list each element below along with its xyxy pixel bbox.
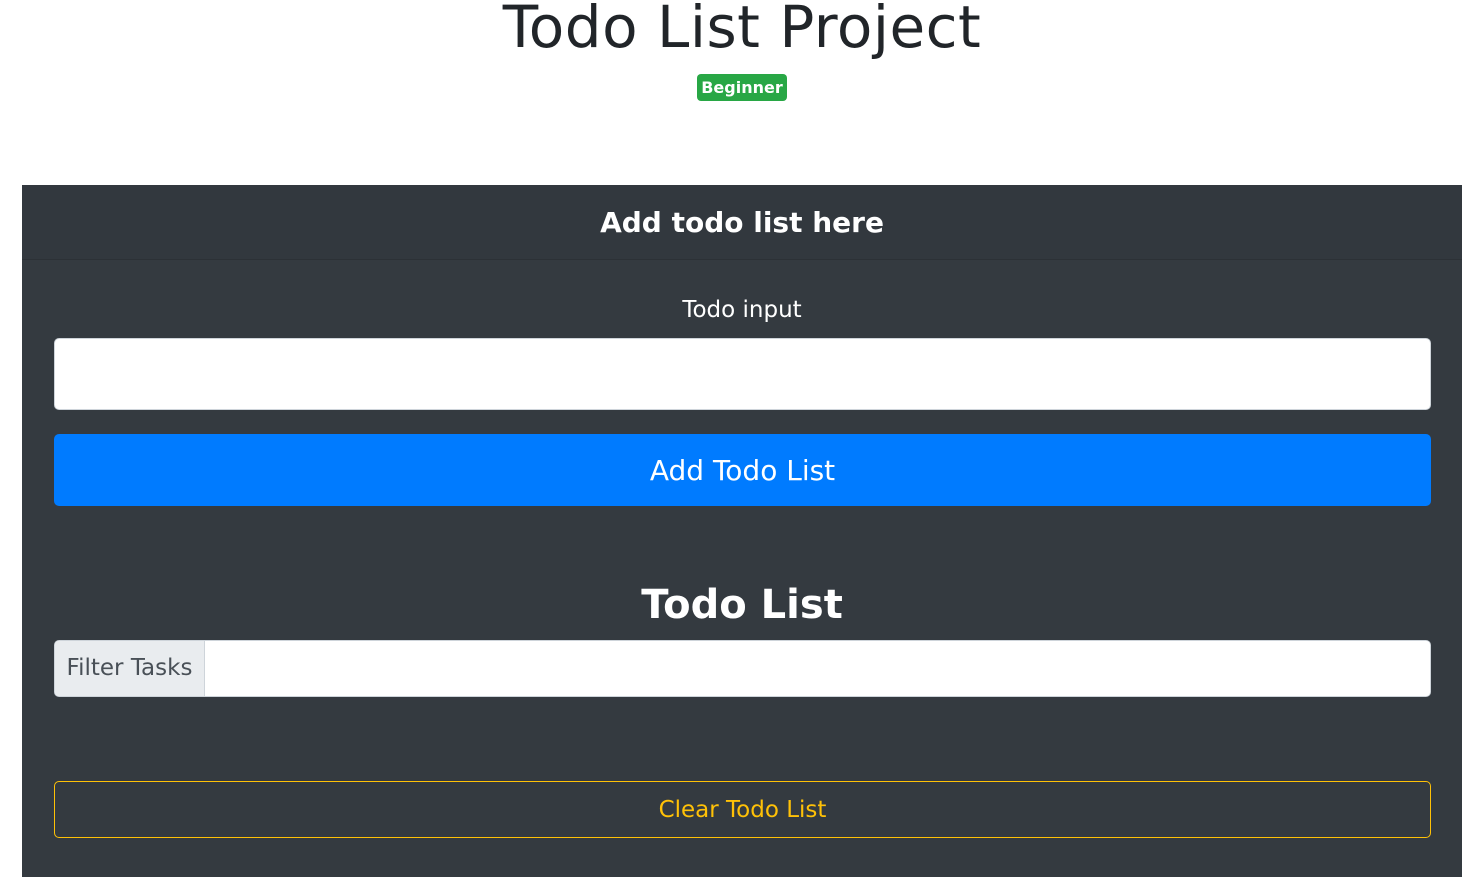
level-badge: Beginner — [697, 74, 787, 101]
filter-label: Filter Tasks — [55, 641, 205, 696]
todo-input-label: Todo input — [682, 297, 802, 323]
filter-input-group: Filter Tasks — [54, 640, 1431, 697]
add-todo-button[interactable]: Add Todo List — [54, 434, 1431, 506]
filter-input[interactable] — [206, 641, 1430, 696]
todo-card: Add todo list here Todo input Add Todo L… — [22, 185, 1462, 877]
page-title: Todo List Project — [502, 0, 982, 61]
card-header-title: Add todo list here — [600, 206, 884, 239]
clear-todo-button[interactable]: Clear Todo List — [54, 781, 1431, 838]
todo-input[interactable] — [54, 338, 1431, 410]
card-header: Add todo list here — [22, 185, 1462, 260]
todo-list-title: Todo List — [641, 582, 843, 628]
